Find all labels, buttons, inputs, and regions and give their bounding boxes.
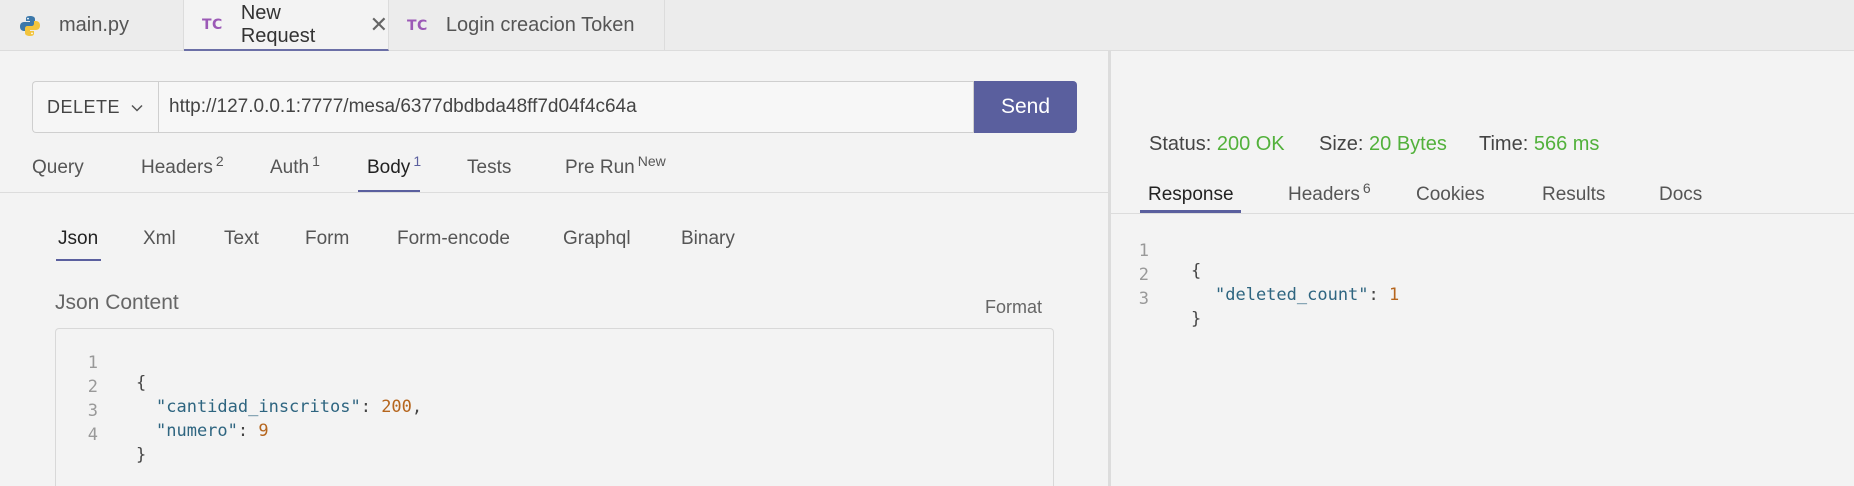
tab-headers[interactable]: Headers 2 (141, 153, 224, 179)
tabs-divider (0, 192, 1108, 193)
python-icon (20, 15, 40, 36)
editor-line: 2 "cantidad_inscritos": 200, (56, 357, 422, 417)
json-key: "cantidad_inscritos" (156, 397, 361, 417)
response-tabs-divider (1111, 213, 1854, 214)
code-text: } (1191, 309, 1202, 329)
code-text: } (136, 445, 147, 465)
close-icon[interactable]: ✕ (370, 12, 388, 38)
method-value: DELETE (47, 96, 121, 117)
file-tab-label: Login creacion Token (445, 14, 635, 36)
json-separator: : (237, 421, 259, 441)
response-tab-response[interactable]: Response (1148, 184, 1234, 206)
tab-query[interactable]: Query (32, 157, 84, 179)
editor-line: 4 } (56, 405, 147, 465)
tab-label: Docs (1659, 184, 1703, 205)
json-value: 200 (381, 397, 412, 417)
response-tab-results[interactable]: Results (1542, 184, 1605, 206)
tab-label: Results (1542, 184, 1606, 205)
status-info: Status: 200 OK (1149, 133, 1285, 156)
url-value: http://127.0.0.1:7777/mesa/6377dbdbda48f… (169, 96, 637, 117)
file-tab-label: New Request (240, 1, 316, 47)
body-tab-text[interactable]: Text (224, 228, 259, 250)
json-separator: : (1368, 285, 1390, 305)
code-text: { (136, 373, 147, 393)
body-tab-graphql[interactable]: Graphql (563, 228, 631, 250)
thunder-client-badge: TC (202, 16, 223, 33)
json-key: "numero" (156, 421, 238, 441)
size-value: 20 Bytes (1369, 133, 1447, 155)
tab-count-badge: 6 (1362, 180, 1371, 196)
chevron-down-icon (131, 104, 143, 112)
file-tab-new-request[interactable]: TC New Request ✕ (184, 0, 389, 51)
body-tab-json[interactable]: Json (58, 228, 98, 250)
tab-label: Query (32, 157, 84, 178)
time-label: Time: (1479, 133, 1529, 155)
active-body-tab-indicator (56, 259, 101, 261)
json-value: 1 (1389, 285, 1400, 305)
tab-label: Pre Run (565, 157, 635, 178)
file-tab-main-py[interactable]: main.py (0, 0, 184, 51)
json-key: "deleted_count" (1215, 285, 1369, 305)
line-number: 3 (1138, 289, 1149, 309)
line-number: 4 (87, 425, 98, 445)
json-comma: , (411, 397, 423, 417)
tab-body[interactable]: Body 1 (367, 153, 421, 179)
response-line: 2 "deleted_count": 1 (1111, 245, 1400, 305)
tab-tests[interactable]: Tests (467, 157, 511, 179)
tab-count-badge: 1 (312, 153, 320, 169)
tab-new-badge: New (637, 153, 666, 169)
tab-label: Auth (270, 157, 310, 178)
code-text: "numero": 9 (156, 421, 269, 441)
body-tab-xml[interactable]: Xml (143, 228, 176, 250)
thunder-client-badge: TC (407, 17, 428, 34)
tab-label: Tests (467, 157, 512, 178)
body-tab-form-encode[interactable]: Form-encode (397, 228, 510, 250)
tab-label: Headers (141, 157, 213, 178)
tab-label: Cookies (1416, 184, 1485, 205)
body-tab-form[interactable]: Form (305, 228, 349, 250)
method-select[interactable]: DELETE (32, 81, 158, 133)
json-content-label: Json Content (55, 291, 179, 314)
editor-line: 1 { (56, 333, 147, 393)
code-text: "cantidad_inscritos": 200, (156, 397, 422, 417)
status-label: Status: (1149, 133, 1212, 155)
tab-label: Headers (1288, 184, 1360, 205)
body-tab-binary[interactable]: Binary (681, 228, 735, 250)
url-input[interactable]: http://127.0.0.1:7777/mesa/6377dbdbda48f… (158, 81, 974, 133)
response-line: 3 } (1111, 269, 1202, 329)
editor-line: 3 "numero": 9 (56, 381, 269, 441)
tab-pre-run[interactable]: Pre Run New (565, 153, 666, 179)
time-info: Time: 566 ms (1479, 133, 1599, 156)
response-pane: Status: 200 OK Size: 20 Bytes Time: 566 … (1111, 51, 1854, 486)
tab-count-badge: 1 (413, 153, 422, 169)
json-editor[interactable]: 1 { 2 "cantidad_inscritos": 200, 3 "nume… (55, 328, 1054, 486)
file-tab-label: main.py (59, 14, 130, 36)
json-separator: : (360, 397, 382, 417)
code-text: "deleted_count": 1 (1215, 285, 1399, 305)
response-line: 1 { (1111, 221, 1202, 281)
send-button[interactable]: Send (974, 81, 1077, 133)
time-value: 566 ms (1533, 133, 1600, 155)
tab-count-badge: 2 (215, 153, 224, 169)
response-tab-headers[interactable]: Headers 6 (1288, 180, 1371, 206)
size-label: Size: (1319, 133, 1364, 155)
format-button[interactable]: Format (985, 297, 1042, 318)
json-value: 9 (258, 421, 269, 441)
size-info: Size: 20 Bytes (1319, 133, 1447, 156)
editor-tab-bar: main.py TC New Request ✕ TC Login creaci… (0, 0, 1854, 51)
response-tab-docs[interactable]: Docs (1659, 184, 1702, 206)
tab-label: Response (1148, 184, 1234, 205)
status-value: 200 OK (1216, 133, 1285, 155)
file-tab-login-token[interactable]: TC Login creacion Token (389, 0, 665, 51)
response-tab-cookies[interactable]: Cookies (1416, 184, 1485, 206)
request-pane: DELETE http://127.0.0.1:7777/mesa/6377db… (0, 51, 1108, 486)
tab-label: Body (367, 157, 411, 178)
tab-auth[interactable]: Auth 1 (270, 153, 320, 179)
code-text: { (1191, 261, 1202, 281)
